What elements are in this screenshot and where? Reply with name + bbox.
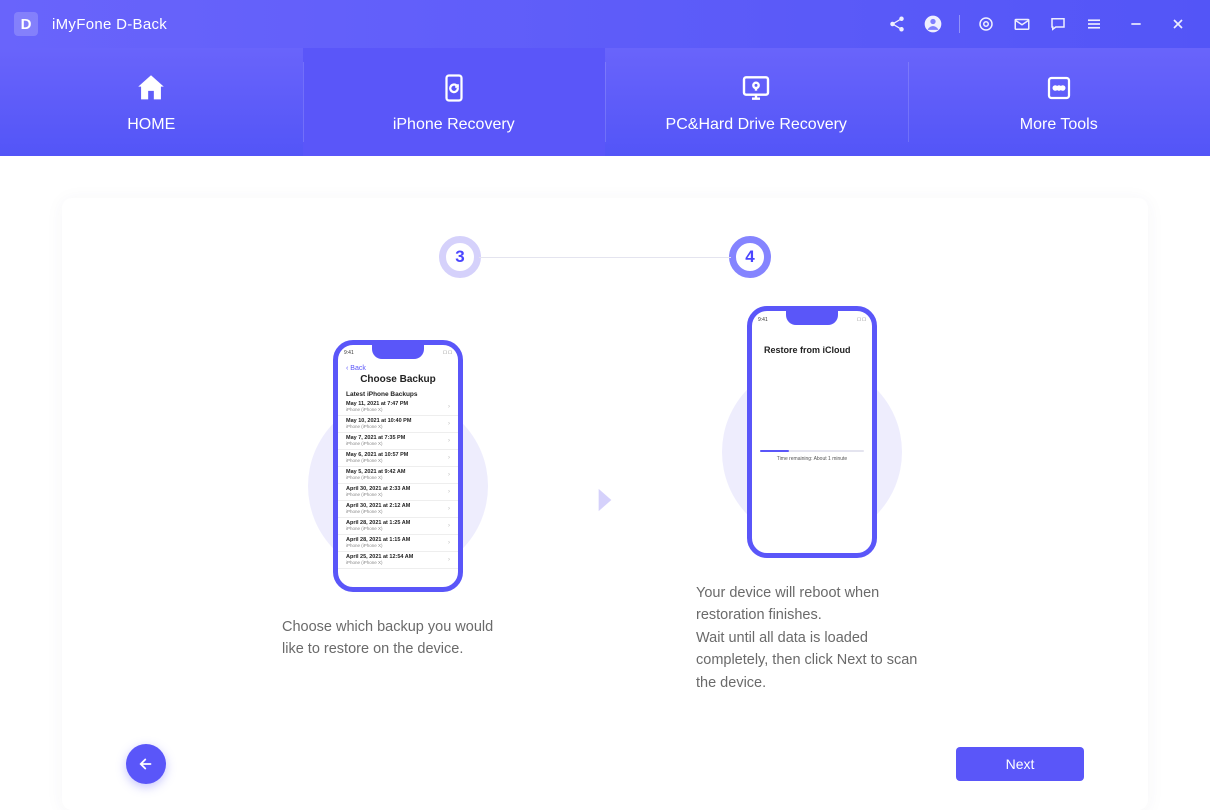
phone-right-desc: Your device will reboot when restoration… [682, 582, 942, 694]
tab-pc-label: PC&Hard Drive Recovery [666, 116, 847, 134]
phone-notch [786, 311, 838, 325]
monitor-icon [738, 70, 774, 106]
restore-progress-bar [760, 450, 864, 452]
tab-home-label: HOME [127, 116, 175, 134]
phones-row: 9:41􀙇 􀛨 ‹ Back Choose Backup Latest iPho… [268, 306, 942, 694]
step-3: 3 [439, 236, 481, 278]
close-icon[interactable] [1168, 14, 1188, 34]
message-icon[interactable] [1048, 14, 1068, 34]
phone-refresh-icon [436, 70, 472, 106]
backup-item: April 28, 2021 at 1:15 AMiPhone (iPhone … [338, 535, 458, 552]
home-icon [133, 70, 169, 106]
backup-item: April 25, 2021 at 12:54 AMiPhone (iPhone… [338, 552, 458, 569]
badge-icon[interactable] [976, 14, 996, 34]
phone1-title: Choose Backup [346, 374, 450, 385]
backup-item: April 30, 2021 at 2:33 AMiPhone (iPhone … [338, 484, 458, 501]
phone-left: 9:41􀙇 􀛨 ‹ Back Choose Backup Latest iPho… [333, 340, 463, 592]
backup-item: May 6, 2021 at 10:57 PMiPhone (iPhone X)… [338, 450, 458, 467]
backup-item: April 28, 2021 at 1:25 AMiPhone (iPhone … [338, 518, 458, 535]
restore-remaining: Time remaining: About 1 minute [777, 456, 847, 462]
back-button[interactable] [126, 744, 166, 784]
backup-item: May 5, 2021 at 9:42 AMiPhone (iPhone X)› [338, 467, 458, 484]
phone1-subtitle: Latest iPhone Backups [338, 389, 458, 399]
phone-left-wrap: 9:41􀙇 􀛨 ‹ Back Choose Backup Latest iPho… [268, 340, 528, 661]
app-logo: D [14, 12, 38, 36]
menu-icon[interactable] [1084, 14, 1104, 34]
tab-iphone-recovery[interactable]: iPhone Recovery [303, 48, 606, 156]
tab-home[interactable]: HOME [0, 48, 303, 156]
backup-item: April 30, 2021 at 2:12 AMiPhone (iPhone … [338, 501, 458, 518]
step-4: 4 [729, 236, 771, 278]
backup-item: May 11, 2021 at 7:47 PMiPhone (iPhone X)… [338, 399, 458, 416]
minimize-icon[interactable] [1126, 14, 1146, 34]
more-icon [1041, 70, 1077, 106]
step-connector [479, 257, 731, 258]
page-body: 3 4 9:41􀙇 􀛨 ‹ Back Choose Backup Latest … [0, 156, 1210, 810]
phone-header: ‹ Back Choose Backup [338, 359, 458, 389]
backup-item: May 10, 2021 at 10:40 PMiPhone (iPhone X… [338, 416, 458, 433]
mail-icon[interactable] [1012, 14, 1032, 34]
titlebar-separator [959, 15, 960, 33]
app-name: iMyFone D-Back [52, 16, 167, 33]
account-icon[interactable] [923, 14, 943, 34]
arrow-icon [586, 481, 624, 519]
phone-header: Restore from iCloud [752, 325, 872, 359]
phone-right: 9:41􀙇 􀛨 Restore from iCloud Time remaini… [747, 306, 877, 558]
tab-more-label: More Tools [1020, 116, 1098, 134]
tab-iphone-label: iPhone Recovery [393, 116, 515, 134]
phone-back-link: ‹ Back [346, 365, 450, 372]
phone2-body: Time remaining: About 1 minute [752, 359, 872, 553]
phone-right-wrap: 9:41􀙇 􀛨 Restore from iCloud Time remaini… [682, 306, 942, 694]
titlebar: D iMyFone D-Back [0, 0, 1210, 48]
content-card: 3 4 9:41􀙇 􀛨 ‹ Back Choose Backup Latest … [62, 198, 1148, 810]
backup-item: May 7, 2021 at 7:35 PMiPhone (iPhone X)› [338, 433, 458, 450]
phone-notch [372, 345, 424, 359]
bottom-controls: Next [62, 744, 1148, 784]
phone2-title: Restore from iCloud [760, 345, 864, 355]
share-icon[interactable] [887, 14, 907, 34]
tab-pc-recovery[interactable]: PC&Hard Drive Recovery [605, 48, 908, 156]
tab-more-tools[interactable]: More Tools [908, 48, 1210, 156]
step-indicator: 3 4 [439, 236, 771, 278]
next-button[interactable]: Next [956, 747, 1084, 781]
phone-left-desc: Choose which backup you would like to re… [268, 616, 528, 661]
backup-list: May 11, 2021 at 7:47 PMiPhone (iPhone X)… [338, 399, 458, 587]
main-tabs: HOME iPhone Recovery PC&Hard Drive Recov… [0, 48, 1210, 156]
